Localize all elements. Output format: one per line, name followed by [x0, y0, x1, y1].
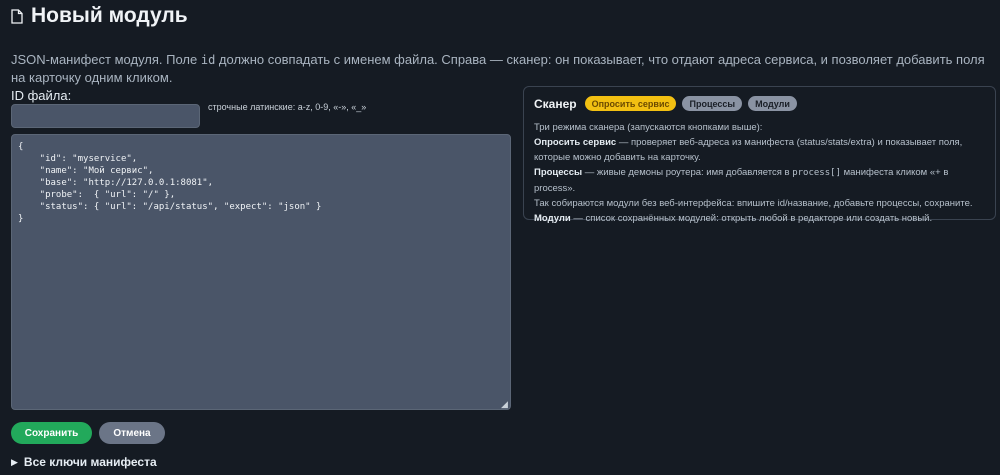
- modules-button[interactable]: Модули: [748, 96, 797, 111]
- scanner-proc-help-extra: Так собираются модули без веб-интерфейса…: [534, 198, 973, 209]
- scanner-mod-help: Модули — список сохранённых модулей: отк…: [534, 211, 985, 226]
- all-keys-toggle[interactable]: ▶ Все ключи манифеста: [11, 455, 157, 469]
- id-field-input[interactable]: [11, 104, 200, 128]
- description-code-id: id: [200, 53, 216, 67]
- processes-button[interactable]: Процессы: [682, 96, 743, 111]
- scanner-proc-help: Процессы — живые демоны роутера: имя доб…: [534, 165, 985, 196]
- resize-grip-icon[interactable]: ◢: [501, 399, 508, 410]
- id-field-hint: строчные латинские: a-z, 0-9, «-», «_»: [208, 102, 367, 112]
- all-keys-label: Все ключи манифеста: [23, 455, 157, 469]
- scanner-intro: Три режима сканера (запускаются кнопками…: [534, 122, 763, 133]
- scanner-panel: Сканер Опросить сервис Процессы Модули Т…: [523, 86, 996, 224]
- description-text-a: JSON-манифест модуля. Поле: [11, 52, 201, 67]
- scanner-help: Три режима сканера (запускаются кнопками…: [534, 120, 985, 226]
- scanner-title: Сканер: [534, 96, 577, 111]
- triangle-right-icon: ▶: [11, 456, 18, 467]
- scanner-poll-help: Опросить сервис — проверяет веб-адреса и…: [534, 135, 985, 165]
- poll-mode-name: Опросить сервис: [534, 137, 617, 148]
- id-field-label: ID файла:: [11, 88, 72, 103]
- cancel-button[interactable]: Отмена: [99, 422, 165, 444]
- page-header: Новый модуль: [11, 4, 188, 28]
- manifest-editor[interactable]: { "id": "myservice", "name": "Мой сервис…: [11, 134, 511, 410]
- poll-service-button[interactable]: Опросить сервис: [584, 96, 677, 111]
- proc-mode-name: Процессы: [534, 167, 583, 178]
- proc-mode-text-a: — живые демоны роутера: имя добавляется …: [582, 167, 793, 178]
- save-button[interactable]: Сохранить: [11, 422, 92, 444]
- document-icon: [11, 8, 23, 24]
- mod-mode-name: Модули: [534, 213, 571, 224]
- mod-mode-text: — список сохранённых модулей: открыть лю…: [570, 213, 933, 224]
- page-title: Новый модуль: [31, 4, 188, 27]
- proc-mode-code: process[]: [792, 168, 841, 178]
- page-description: JSON-манифест модуля. Поле id должно сов…: [11, 51, 986, 87]
- scanner-header: Сканер Опросить сервис Процессы Модули: [534, 96, 985, 111]
